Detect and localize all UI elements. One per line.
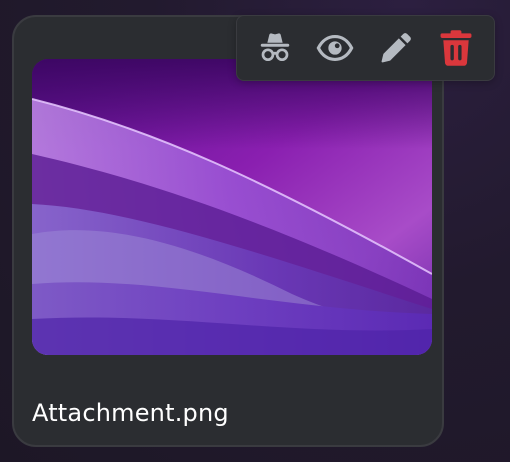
attachment-toolbar [236,15,495,81]
trash-icon [440,30,472,66]
attachment-preview-image[interactable] [32,59,432,355]
attachment-filename: Attachment.png [32,399,229,427]
eye-icon [316,35,354,61]
pencil-icon [381,33,411,63]
edit-button[interactable] [371,23,421,73]
incognito-icon [260,33,290,62]
wallpaper-graphic [32,59,432,355]
view-button[interactable] [310,23,360,73]
spoiler-button[interactable] [250,23,300,73]
stage: Attachment.png [0,0,510,462]
remove-button[interactable] [431,23,481,73]
